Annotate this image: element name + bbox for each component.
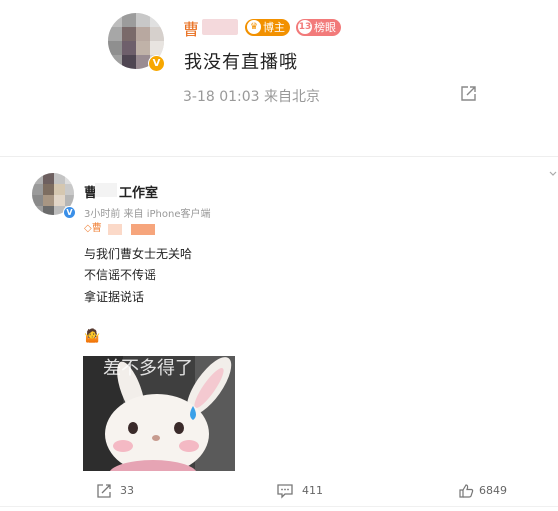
shrug-emoji-icon: 🤷 (84, 329, 101, 344)
repost-count: 33 (120, 484, 134, 497)
fan-badge-redaction (108, 224, 122, 235)
rank-level-icon: 13 (298, 20, 312, 34)
name-redaction (202, 19, 238, 35)
verified-v-badge-icon: V (63, 206, 76, 219)
weibo-post-screenshot: V 曹 ♛ 博主 13 榜眼 我没有直播哦 3-18 01:03 来自北京 V … (0, 0, 558, 511)
top-post-author-name[interactable]: 曹 (183, 16, 199, 40)
fan-badge-redaction (131, 224, 155, 235)
post-text-line: 不信谣不传谣 (84, 268, 157, 282)
share-icon[interactable] (459, 85, 477, 103)
crown-icon: ♛ (247, 20, 261, 34)
comment-count: 411 (302, 484, 323, 497)
share-icon (97, 484, 111, 498)
diamond-icon: ◇ (84, 223, 92, 234)
meme-caption: 差不多得了 (103, 358, 193, 379)
blogger-badge[interactable]: ♛ 博主 (245, 19, 290, 36)
verified-v-badge-icon: V (148, 55, 165, 72)
bunny-plush-illustration: 差不多得了 (83, 356, 235, 471)
top-post-timestamp: 3-18 01:03 来自北京 (183, 89, 321, 105)
bunny-meme-image[interactable]: 差不多得了 (83, 356, 235, 471)
name-redaction (95, 183, 117, 197)
post-text-line: 与我们曹女士无关哈 (84, 247, 193, 261)
post-text-line: 拿证据说话 (84, 290, 145, 304)
thumbs-up-icon (459, 484, 474, 498)
post-divider (0, 156, 558, 157)
like-count: 6849 (479, 484, 507, 497)
fan-badge[interactable]: ◇曹 (84, 223, 102, 235)
post-timestamp: 3小时前 来自 iPhone客户端 (84, 209, 211, 220)
chevron-down-icon[interactable] (549, 170, 557, 178)
rank-badge[interactable]: 13 榜眼 (296, 19, 341, 36)
bottom-divider (0, 506, 558, 507)
top-post-text: 我没有直播哦 (184, 52, 298, 73)
comment-icon (277, 484, 293, 499)
